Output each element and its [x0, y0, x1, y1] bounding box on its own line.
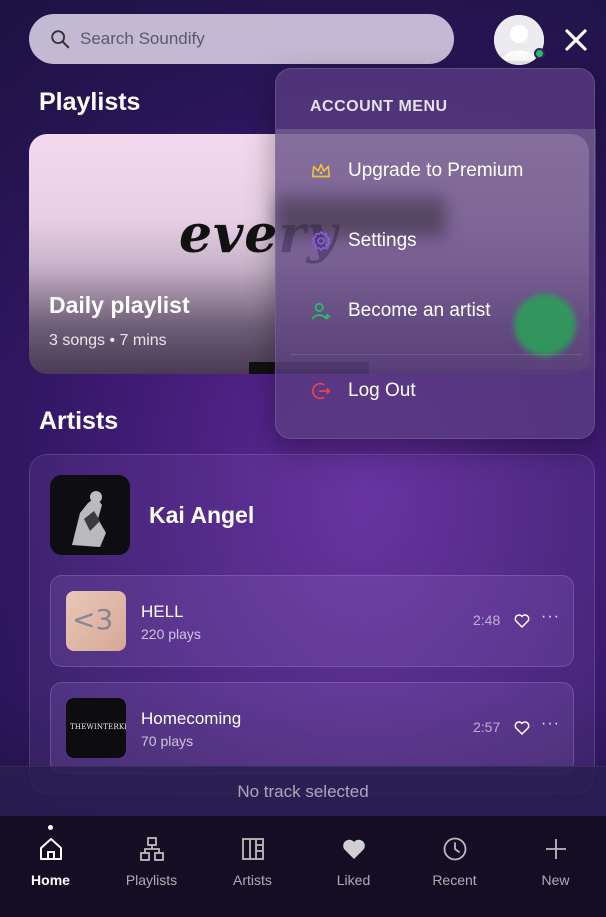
track-plays: 220 plays — [141, 626, 201, 642]
nav-label: New — [541, 872, 570, 888]
track-title: HELL — [141, 602, 184, 621]
plus-icon — [545, 839, 566, 859]
menu-item-settings[interactable]: Settings — [310, 226, 417, 256]
menu-item-label: Upgrade to Premium — [348, 160, 524, 181]
track-duration: 2:57 — [473, 719, 501, 735]
bottom-nav: Home Playlists Artists Liked Recent New — [0, 816, 606, 917]
nav-item-home[interactable]: Home — [0, 816, 101, 917]
nav-label: Artists — [233, 872, 272, 888]
blurred-play-button — [514, 294, 576, 356]
track-plays: 70 plays — [141, 733, 194, 749]
playlist-title: Daily playlist — [49, 292, 190, 318]
menu-item-label: Settings — [348, 230, 417, 251]
artist-image — [50, 475, 130, 555]
nav-label: Recent — [432, 872, 477, 888]
track-row[interactable]: <3 HELL 220 plays 2:48 ··· — [50, 575, 574, 667]
search-bar[interactable] — [29, 14, 454, 64]
menu-item-upgrade-premium[interactable]: Upgrade to Premium — [310, 156, 523, 186]
close-icon — [565, 29, 587, 51]
artist-photo[interactable] — [50, 475, 130, 555]
online-status-dot — [534, 48, 545, 59]
heart-icon — [342, 839, 365, 859]
nav-item-liked[interactable]: Liked — [303, 816, 404, 917]
crown-icon — [311, 163, 331, 178]
menu-heading: ACCOUNT MENU — [310, 98, 448, 115]
like-heart-icon[interactable] — [513, 719, 531, 737]
artists-icon — [241, 838, 264, 860]
track-thumbnail-text: <3 — [72, 603, 114, 636]
gear-icon — [312, 231, 330, 251]
menu-item-label: Become an artist — [348, 300, 491, 321]
track-thumbnail: THEWINTERKING — [66, 698, 126, 758]
active-indicator-dot — [48, 825, 53, 830]
more-options-icon[interactable]: ··· — [541, 715, 560, 733]
nav-item-playlists[interactable]: Playlists — [101, 816, 202, 917]
account-menu: ACCOUNT MENU Upgrade to Premium Settings… — [275, 68, 596, 439]
playlists-section-title: Playlists — [39, 88, 141, 116]
menu-divider — [290, 354, 582, 355]
nav-label: Liked — [336, 872, 371, 888]
search-input[interactable] — [80, 29, 420, 49]
track-thumbnail: <3 — [66, 591, 126, 651]
home-icon — [39, 838, 62, 860]
search-icon — [51, 30, 70, 49]
nav-item-recent[interactable]: Recent — [404, 816, 505, 917]
now-playing-text: No track selected — [237, 781, 369, 801]
close-menu-button[interactable] — [561, 26, 591, 54]
clock-icon — [443, 837, 466, 861]
nav-label: Home — [31, 872, 70, 888]
track-title: Homecoming — [141, 709, 242, 728]
track-row[interactable]: THEWINTERKING Homecoming 70 plays 2:57 ·… — [50, 682, 574, 774]
track-duration: 2:48 — [473, 612, 501, 628]
menu-item-label: Log Out — [348, 380, 416, 401]
like-heart-icon[interactable] — [513, 612, 531, 630]
track-thumbnail-text: THEWINTERKING — [70, 723, 126, 731]
more-options-icon[interactable]: ··· — [541, 608, 560, 626]
menu-item-become-artist[interactable]: Become an artist — [310, 296, 491, 326]
nav-label: Playlists — [125, 872, 178, 888]
logout-icon — [312, 382, 331, 400]
nav-item-new[interactable]: New — [505, 816, 606, 917]
menu-item-log-out[interactable]: Log Out — [310, 376, 416, 406]
nav-item-artists[interactable]: Artists — [202, 816, 303, 917]
user-plus-icon — [311, 302, 331, 320]
artist-name[interactable]: Kai Angel — [149, 502, 254, 529]
now-playing-bar: No track selected — [0, 766, 606, 816]
artists-section-title: Artists — [39, 407, 119, 435]
playlist-meta: 3 songs • 7 mins — [49, 332, 167, 349]
playlists-icon — [139, 837, 164, 861]
